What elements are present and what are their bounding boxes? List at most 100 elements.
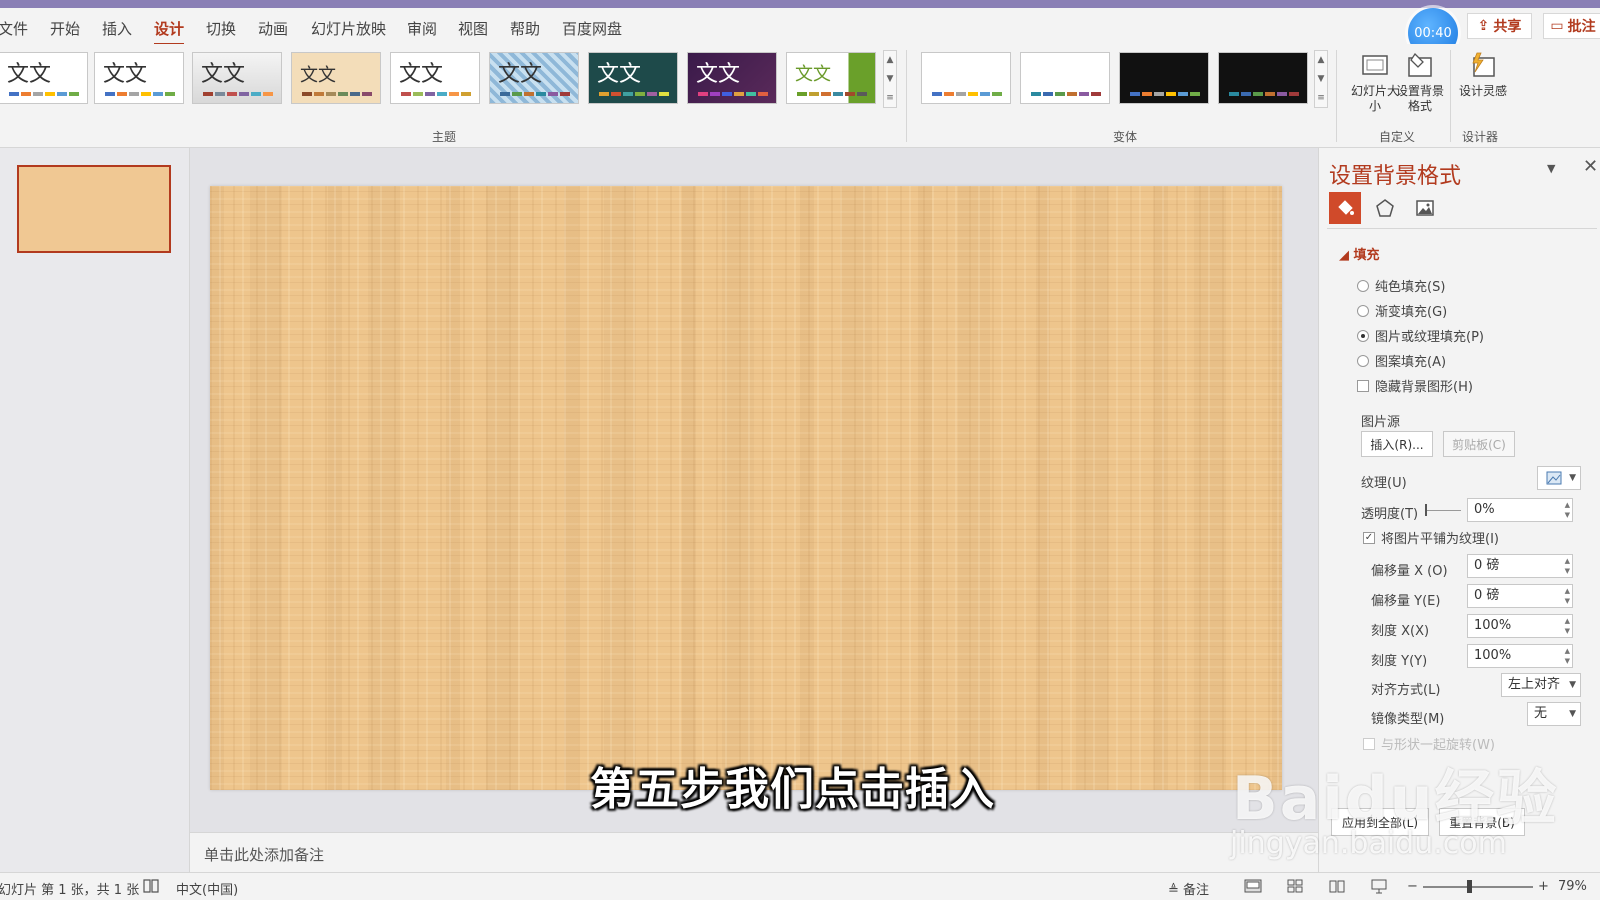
tile-option[interactable]: ✓ 将图片平铺为纹理(I): [1363, 528, 1499, 547]
language-indicator[interactable]: 中文(中国): [176, 879, 238, 898]
zoom-slider-thumb[interactable]: [1467, 880, 1472, 893]
design-ideas-button[interactable]: 设计灵感: [1458, 48, 1508, 99]
transparency-input[interactable]: 0% ▲ ▼: [1467, 498, 1573, 522]
variant-1[interactable]: [921, 52, 1011, 104]
menu-slideshow[interactable]: 幻灯片放映: [311, 18, 386, 39]
spinner-arrows-icon[interactable]: ▲ ▼: [1565, 556, 1570, 576]
solid-fill-label: 纯色填充(S): [1375, 280, 1446, 295]
variant-4[interactable]: [1218, 52, 1308, 104]
menu-home[interactable]: 开始: [50, 18, 80, 39]
mirror-type-value: 无: [1534, 706, 1548, 721]
pattern-fill-option[interactable]: 图案填充(A): [1357, 351, 1446, 370]
zoom-slider[interactable]: [1423, 886, 1533, 888]
picture-fill-option[interactable]: 图片或纹理填充(P): [1357, 326, 1484, 345]
slide-canvas[interactable]: [210, 186, 1282, 790]
transparency-slider-thumb[interactable]: [1425, 504, 1427, 516]
scroll-down-icon[interactable]: ▼: [887, 74, 894, 84]
reading-view-icon[interactable]: [1328, 878, 1346, 894]
scale-y-input[interactable]: 100% ▲ ▼: [1467, 644, 1573, 668]
offset-y-input[interactable]: 0 磅 ▲ ▼: [1467, 584, 1573, 608]
normal-view-icon[interactable]: [1244, 878, 1262, 894]
tile-checkbox[interactable]: ✓: [1363, 531, 1375, 544]
scale-x-value: 100%: [1474, 618, 1512, 633]
menu-design[interactable]: 设计: [154, 18, 185, 46]
variant-2[interactable]: [1020, 52, 1110, 104]
gallery-more-icon[interactable]: ≡: [1317, 93, 1325, 103]
scroll-down-icon[interactable]: ▼: [1318, 74, 1325, 84]
notes-toggle[interactable]: ≜ 备注: [1168, 879, 1209, 898]
alignment-dropdown[interactable]: 左上对齐 ▼: [1501, 673, 1581, 697]
notes-placeholder: 单击此处添加备注: [204, 846, 325, 864]
pattern-fill-radio[interactable]: [1357, 354, 1369, 367]
picture-fill-radio[interactable]: [1357, 329, 1369, 342]
spinner-arrows-icon[interactable]: ▲ ▼: [1565, 500, 1570, 520]
spinner-arrows-icon[interactable]: ▲ ▼: [1565, 646, 1570, 666]
zoom-in-icon[interactable]: +: [1538, 879, 1549, 894]
variants-gallery-scroll[interactable]: ▲ ▼ ≡: [1314, 50, 1328, 108]
solid-fill-option[interactable]: 纯色填充(S): [1357, 276, 1445, 295]
menu-insert[interactable]: 插入: [102, 18, 132, 39]
gradient-fill-option[interactable]: 渐变填充(G): [1357, 301, 1447, 320]
notes-pane[interactable]: 单击此处添加备注: [190, 832, 1318, 872]
menu-file[interactable]: 文件: [0, 18, 28, 39]
theme-3[interactable]: 文文: [192, 52, 282, 104]
slideshow-icon[interactable]: [1370, 878, 1388, 894]
rotate-with-shape-checkbox[interactable]: [1363, 737, 1375, 750]
spellcheck-icon[interactable]: [142, 878, 160, 894]
gradient-fill-radio[interactable]: [1357, 304, 1369, 317]
fill-tab[interactable]: [1329, 192, 1361, 224]
format-background-button[interactable]: 设置背景格式: [1395, 48, 1445, 114]
zoom-out-icon[interactable]: −: [1407, 879, 1418, 894]
theme-6[interactable]: 文文: [489, 52, 579, 104]
fill-section-header[interactable]: ◢ 填充: [1339, 244, 1380, 263]
menu-help[interactable]: 帮助: [510, 18, 540, 39]
texture-dropdown[interactable]: ▼: [1537, 466, 1581, 490]
chevron-down-icon: ▼: [1569, 680, 1576, 690]
scroll-up-icon[interactable]: ▲: [887, 55, 894, 65]
menu-baidu-netdisk[interactable]: 百度网盘: [562, 18, 622, 39]
theme-8[interactable]: 文文: [687, 52, 777, 104]
menu-review[interactable]: 审阅: [407, 18, 437, 39]
theme-office[interactable]: 文文: [0, 52, 88, 104]
scroll-up-icon[interactable]: ▲: [1318, 55, 1325, 65]
slide-sorter-icon[interactable]: [1286, 878, 1304, 894]
theme-5[interactable]: 文文: [390, 52, 480, 104]
close-icon[interactable]: ✕: [1583, 156, 1598, 177]
theme-7[interactable]: 文文: [588, 52, 678, 104]
gallery-more-icon[interactable]: ≡: [886, 93, 894, 103]
slide-size-button[interactable]: 幻灯片大小: [1350, 48, 1400, 114]
picture-tab[interactable]: [1409, 192, 1441, 224]
menu-view[interactable]: 视图: [458, 18, 488, 39]
baidu-watermark: Baidu经验: [1232, 764, 1559, 834]
share-button[interactable]: ⇪ 共享: [1467, 13, 1532, 39]
alignment-value: 左上对齐: [1508, 677, 1561, 692]
mirror-type-dropdown[interactable]: 无 ▼: [1527, 702, 1581, 726]
slide-thumbnails-panel: [0, 148, 190, 872]
menu-transitions[interactable]: 切换: [206, 18, 236, 39]
slide-thumbnail-1[interactable]: [17, 165, 171, 253]
themes-gallery-scroll[interactable]: ▲ ▼ ≡: [883, 50, 897, 108]
hide-graphics-checkbox[interactable]: [1357, 379, 1369, 392]
scale-x-input[interactable]: 100% ▲ ▼: [1467, 614, 1573, 638]
pane-options-icon[interactable]: ▼: [1547, 162, 1555, 175]
spinner-arrows-icon[interactable]: ▲ ▼: [1565, 616, 1570, 636]
effects-tab[interactable]: [1369, 192, 1401, 224]
comment-button[interactable]: ▭ 批注: [1543, 13, 1600, 39]
insert-picture-button[interactable]: 插入(R)...: [1361, 431, 1433, 457]
offset-x-input[interactable]: 0 磅 ▲ ▼: [1467, 554, 1573, 578]
ribbon-separator: [906, 50, 907, 142]
pane-divider: [1327, 228, 1597, 229]
solid-fill-radio[interactable]: [1357, 279, 1369, 292]
theme-color-bars: [302, 92, 372, 96]
theme-2[interactable]: 文文: [94, 52, 184, 104]
menu-animations[interactable]: 动画: [258, 18, 288, 39]
variant-3[interactable]: [1119, 52, 1209, 104]
theme-9[interactable]: 文文: [786, 52, 876, 104]
theme-4[interactable]: 文文: [291, 52, 381, 104]
transparency-slider[interactable]: [1427, 510, 1461, 511]
clipboard-button[interactable]: 剪贴板(C): [1443, 431, 1515, 457]
spinner-arrows-icon[interactable]: ▲ ▼: [1565, 586, 1570, 606]
zoom-level[interactable]: 79%: [1558, 879, 1587, 894]
variants-group-label: 变体: [1113, 130, 1138, 144]
hide-graphics-option[interactable]: 隐藏背景图形(H): [1357, 376, 1473, 395]
